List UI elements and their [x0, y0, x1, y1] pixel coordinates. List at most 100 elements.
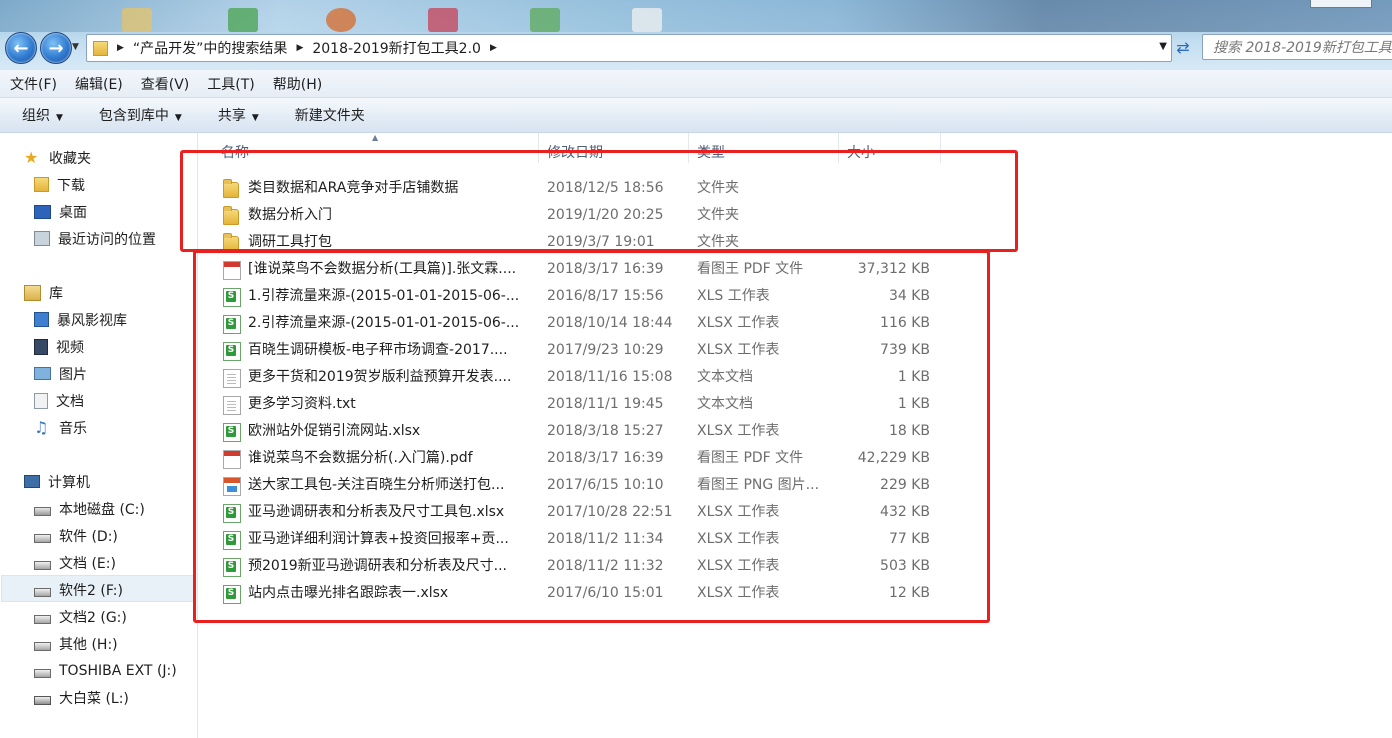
nav-item-label: 其他 (H:) — [59, 636, 118, 653]
breadcrumb-current-folder[interactable]: 2018-2019新打包工具2.0 — [308, 38, 485, 58]
breadcrumb-search-results[interactable]: “产品开发”中的搜索结果 — [129, 38, 292, 58]
address-history-dropdown-icon[interactable]: ▼ — [1159, 41, 1167, 52]
nav-item-label: 视频 — [56, 339, 84, 356]
organize-label: 组织 — [22, 108, 50, 124]
nav-item-music[interactable]: ♫ 音乐 — [34, 414, 87, 441]
nav-drive-e[interactable]: 文档 (E:) — [34, 549, 116, 576]
sort-ascending-icon: ▲ — [372, 133, 379, 142]
nav-item-desktop[interactable]: 桌面 — [34, 198, 87, 225]
forward-button[interactable]: → — [40, 32, 72, 64]
nav-item-label: 桌面 — [59, 204, 87, 221]
recent-places-icon — [34, 231, 50, 246]
download-folder-icon — [34, 177, 49, 192]
nav-item-videos[interactable]: 视频 — [34, 333, 84, 360]
menu-view[interactable]: 查看(V) — [131, 74, 198, 94]
window-title-bar: ← → ▼ ▶ “产品开发”中的搜索结果 ▶ 2018-2019新打包工具2.0… — [0, 0, 1392, 70]
computer-icon — [24, 475, 40, 488]
drive-icon — [34, 561, 51, 570]
drive-icon — [34, 669, 51, 678]
chevron-down-icon: ▼ — [56, 113, 63, 123]
include-in-library-button[interactable]: 包含到库中 ▼ — [99, 105, 182, 125]
share-button[interactable]: 共享 ▼ — [218, 105, 259, 125]
drive-icon — [34, 642, 51, 651]
video-icon — [34, 338, 48, 355]
desktop-icon-decoration — [428, 8, 458, 32]
nav-item-label: 文档2 (G:) — [59, 609, 127, 626]
desktop-icon-decoration — [228, 8, 258, 32]
aero-glass-background — [0, 0, 1392, 32]
back-arrow-icon: ← — [13, 37, 29, 59]
desktop-icon-decoration — [326, 8, 356, 32]
library-icon — [24, 284, 41, 301]
forward-arrow-icon: → — [48, 37, 64, 59]
nav-drive-l[interactable]: 大白菜 (L:) — [34, 684, 129, 711]
menu-bar: 文件(F) 编辑(E) 查看(V) 工具(T) 帮助(H) — [0, 70, 1392, 98]
nav-computer-label: 计算机 — [48, 474, 90, 491]
menu-edit[interactable]: 编辑(E) — [65, 74, 131, 94]
nav-item-label: 音乐 — [59, 420, 87, 437]
back-button[interactable]: ← — [5, 32, 37, 64]
nav-item-label: 文档 — [56, 393, 84, 410]
music-icon: ♫ — [34, 418, 49, 437]
navigation-pane: ★ 收藏夹 下载 桌面 最近访问的位置 库 暴风影视库 视频 图片 文档 ♫ 音… — [0, 133, 198, 738]
menu-file[interactable]: 文件(F) — [0, 74, 65, 94]
nav-item-label: 暴风影视库 — [57, 312, 127, 329]
system-drive-icon — [34, 507, 51, 516]
nav-item-baofeng[interactable]: 暴风影视库 — [34, 306, 127, 333]
nav-item-pictures[interactable]: 图片 — [34, 360, 87, 387]
desktop-icon-decoration — [530, 8, 560, 32]
nav-item-downloads[interactable]: 下载 — [34, 171, 85, 198]
drive-icon — [34, 615, 51, 624]
nav-item-label: 图片 — [59, 366, 87, 383]
battery-indicator — [1310, 0, 1372, 8]
nav-drive-d[interactable]: 软件 (D:) — [34, 522, 118, 549]
nav-item-label: 软件2 (F:) — [59, 582, 123, 599]
nav-computer[interactable]: 计算机 — [24, 468, 90, 495]
organize-button[interactable]: 组织 ▼ — [22, 105, 63, 125]
folder-icon — [93, 40, 108, 56]
address-bar[interactable]: ▶ “产品开发”中的搜索结果 ▶ 2018-2019新打包工具2.0 ▶ ▼ — [86, 34, 1172, 62]
nav-item-label: 大白菜 (L:) — [59, 690, 129, 707]
nav-item-documents[interactable]: 文档 — [34, 387, 84, 414]
breadcrumb-chevron-icon[interactable]: ▶ — [112, 43, 129, 53]
nav-libraries[interactable]: 库 — [24, 279, 63, 306]
chevron-down-icon: ▼ — [174, 113, 182, 123]
nav-favorites[interactable]: ★ 收藏夹 — [24, 144, 91, 171]
nav-item-label: TOSHIBA EXT (J:) — [59, 662, 177, 679]
drive-icon — [34, 588, 51, 597]
desktop-icon-decoration — [632, 8, 662, 32]
nav-drive-g[interactable]: 文档2 (G:) — [34, 603, 127, 630]
new-folder-button[interactable]: 新建文件夹 — [295, 105, 365, 125]
drive-icon — [34, 534, 51, 543]
nav-favorites-label: 收藏夹 — [49, 150, 91, 167]
nav-drive-h[interactable]: 其他 (H:) — [34, 630, 118, 657]
nav-item-label: 下载 — [57, 177, 85, 194]
include-in-library-label: 包含到库中 — [98, 108, 169, 124]
nav-libraries-label: 库 — [49, 285, 63, 302]
search-input[interactable]: 搜索 2018-2019新打包工具2.0 — [1202, 34, 1392, 60]
nav-drive-f[interactable]: 软件2 (F:) — [34, 576, 123, 603]
documents-icon — [34, 392, 48, 409]
video-library-icon — [34, 312, 49, 327]
chevron-down-icon: ▼ — [251, 113, 259, 123]
desktop-icon — [34, 204, 51, 219]
desktop-icon-decoration — [122, 8, 152, 32]
nav-item-label: 最近访问的位置 — [58, 231, 156, 248]
share-label: 共享 — [217, 108, 246, 124]
recent-pages-dropdown-icon[interactable]: ▼ — [72, 42, 79, 52]
removable-drive-icon — [34, 696, 51, 705]
nav-item-recent-places[interactable]: 最近访问的位置 — [34, 225, 156, 252]
refresh-icon[interactable]: ⇄ — [1172, 36, 1194, 58]
annotation-box-files — [193, 250, 990, 623]
nav-item-label: 软件 (D:) — [59, 528, 118, 545]
nav-item-label: 文档 (E:) — [59, 555, 116, 572]
menu-help[interactable]: 帮助(H) — [263, 74, 330, 94]
command-bar: 组织 ▼ 包含到库中 ▼ 共享 ▼ 新建文件夹 — [0, 98, 1392, 133]
menu-tools[interactable]: 工具(T) — [197, 74, 262, 94]
nav-drive-c[interactable]: 本地磁盘 (C:) — [34, 495, 145, 522]
pictures-icon — [34, 367, 51, 380]
breadcrumb-chevron-icon[interactable]: ▶ — [485, 43, 502, 53]
nav-item-label: 本地磁盘 (C:) — [59, 501, 145, 518]
breadcrumb-chevron-icon[interactable]: ▶ — [291, 43, 308, 53]
nav-drive-j[interactable]: TOSHIBA EXT (J:) — [34, 657, 177, 684]
